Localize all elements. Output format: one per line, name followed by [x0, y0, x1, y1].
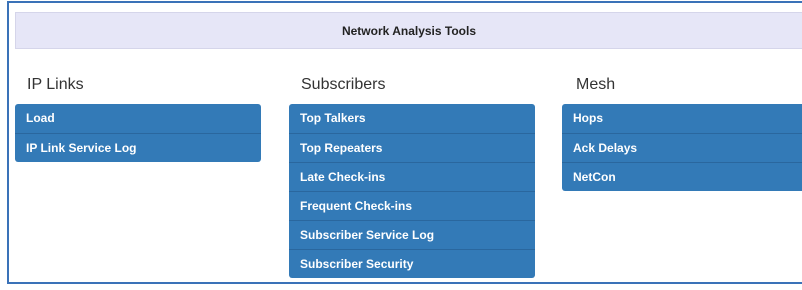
ip-links-menu: Load IP Link Service Log [15, 104, 261, 162]
menu-item-top-repeaters[interactable]: Top Repeaters [289, 133, 535, 162]
menu-item-late-check-ins[interactable]: Late Check-ins [289, 162, 535, 191]
menu-item-hops[interactable]: Hops [562, 104, 802, 133]
page-title-label: Network Analysis Tools [341, 23, 477, 38]
menu-item-frequent-check-ins[interactable]: Frequent Check-ins [289, 191, 535, 220]
menu-item-ip-link-service-log[interactable]: IP Link Service Log [15, 133, 261, 162]
menu-item-subscriber-service-log[interactable]: Subscriber Service Log [289, 220, 535, 249]
mesh-heading: Mesh [576, 76, 616, 93]
subscribers-heading: Subscribers [301, 76, 386, 93]
menu-item-ack-delays[interactable]: Ack Delays [562, 133, 802, 162]
ip-links-heading: IP Links [27, 76, 84, 93]
menu-item-netcon[interactable]: NetCon [562, 162, 802, 191]
menu-item-top-talkers[interactable]: Top Talkers [289, 104, 535, 133]
menu-item-load[interactable]: Load [15, 104, 261, 133]
mesh-menu: Hops Ack Delays NetCon [562, 104, 802, 191]
page-title: Network Analysis Tools [15, 12, 802, 49]
menu-item-subscriber-security[interactable]: Subscriber Security [289, 249, 535, 278]
subscribers-menu: Top Talkers Top Repeaters Late Check-ins… [289, 104, 535, 278]
